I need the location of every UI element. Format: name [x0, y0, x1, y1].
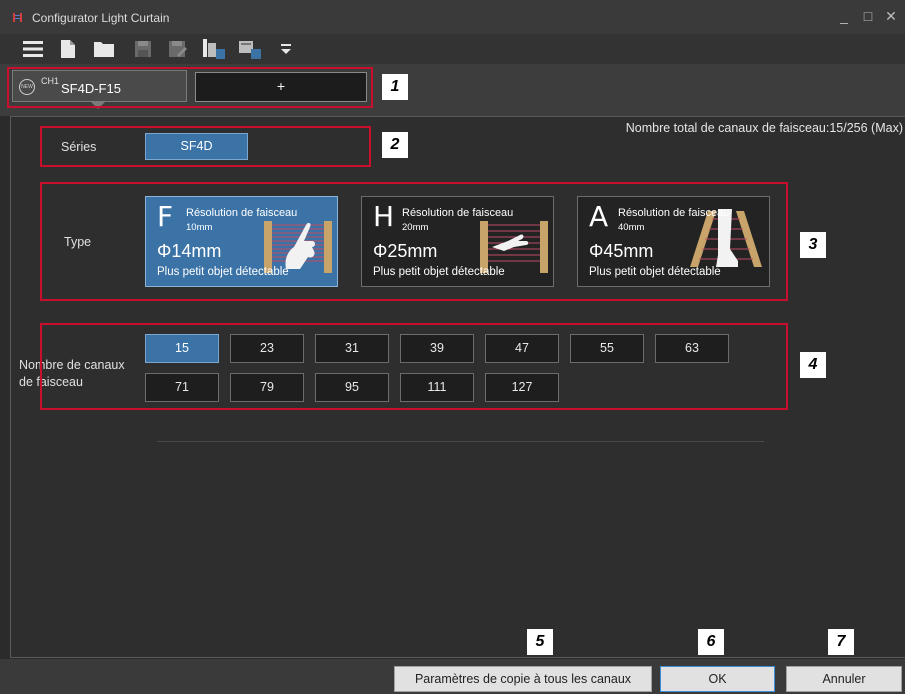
annotation-number: 5 — [527, 629, 553, 655]
configurator-window: Configurator Light Curtain _ □ ✕ NEW CH1… — [0, 0, 905, 694]
annotation-number: 2 — [382, 132, 408, 158]
ok-button[interactable]: OK — [660, 666, 775, 692]
annotation-number: 4 — [800, 352, 826, 378]
close-button[interactable]: ✕ — [883, 8, 899, 24]
annotation-box-1 — [7, 67, 373, 108]
annotation-number: 6 — [698, 629, 724, 655]
copy-settings-button[interactable]: Paramètres de copie à tous les canaux — [394, 666, 652, 692]
app-logo-icon — [13, 13, 22, 22]
annotation-number: 1 — [382, 74, 408, 100]
read-device-icon[interactable] — [203, 38, 225, 60]
total-channels-label: Nombre total de canaux de faisceau:15/25… — [625, 121, 903, 135]
window-title: Configurator Light Curtain — [32, 11, 170, 25]
toolbar — [0, 34, 905, 64]
new-file-icon[interactable] — [57, 38, 79, 60]
annotation-box-4 — [40, 323, 788, 410]
section-divider — [157, 441, 764, 442]
open-folder-icon[interactable] — [93, 38, 115, 60]
annotation-box-3 — [40, 182, 788, 301]
annotation-number: 7 — [828, 629, 854, 655]
write-device-icon[interactable] — [239, 38, 261, 60]
dropdown-arrow-icon[interactable] — [275, 38, 297, 60]
save-icon[interactable] — [132, 38, 154, 60]
cancel-button[interactable]: Annuler — [786, 666, 902, 692]
save-as-icon[interactable] — [167, 38, 189, 60]
minimize-button[interactable]: _ — [836, 8, 852, 24]
annotation-number: 3 — [800, 232, 826, 258]
annotation-box-2 — [40, 126, 371, 167]
menu-icon[interactable] — [22, 38, 44, 60]
title-bar: Configurator Light Curtain _ □ ✕ — [0, 0, 905, 34]
maximize-button[interactable]: □ — [860, 8, 876, 24]
